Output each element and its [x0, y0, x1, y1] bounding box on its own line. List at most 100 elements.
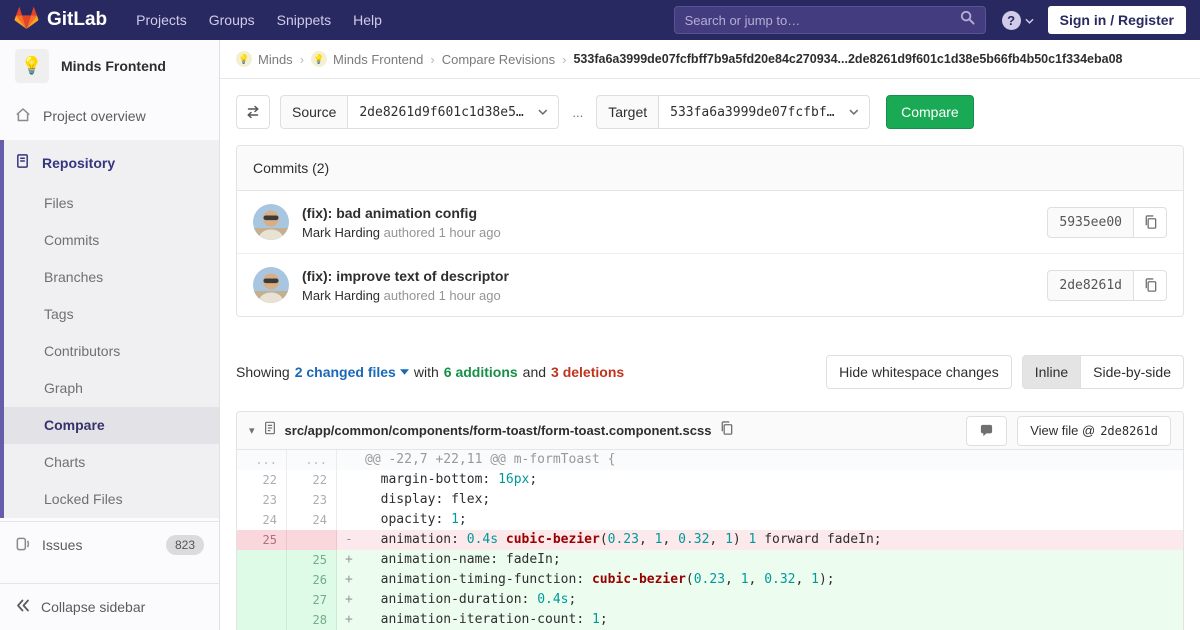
commit-sha[interactable]: 5935ee00	[1047, 207, 1134, 238]
diff-line-code: margin-bottom: 16px;	[337, 470, 1183, 490]
commit-title-link[interactable]: (fix): bad animation config	[302, 205, 1047, 221]
diff-line: 23 23 display: flex;	[237, 490, 1183, 510]
new-line-number[interactable]	[287, 530, 337, 550]
search-icon[interactable]	[960, 10, 975, 30]
commits-card: Commits (2) (fix): bad animation config …	[236, 145, 1184, 317]
home-icon	[15, 107, 31, 126]
sidebar-item-issues[interactable]: Issues 823	[0, 521, 219, 568]
view-file-button[interactable]: View file @ 2de8261d	[1017, 416, 1171, 446]
copy-sha-button[interactable]	[1134, 270, 1167, 301]
repository-section: Repository FilesCommitsBranchesTagsContr…	[0, 140, 219, 518]
diff-line: 26 + animation-timing-function: cubic-be…	[237, 570, 1183, 590]
old-line-number[interactable]: 25	[237, 530, 287, 550]
copy-path-icon[interactable]	[719, 420, 734, 441]
sidebar-item-files[interactable]: Files	[4, 185, 219, 222]
nav-link-groups[interactable]: Groups	[198, 0, 266, 40]
new-line-number[interactable]: 25	[287, 550, 337, 570]
additions-count: 6 additions	[444, 364, 518, 380]
group-avatar: 💡	[236, 51, 252, 67]
sign-in-register-button[interactable]: Sign in / Register	[1048, 6, 1186, 34]
sidebar-item-compare[interactable]: Compare	[4, 407, 219, 444]
breadcrumb-item-minds[interactable]: 💡 Minds	[236, 51, 293, 67]
sidebar-item-project-overview[interactable]: Project overview	[0, 92, 219, 140]
old-line-number[interactable]: 23	[237, 490, 287, 510]
chevron-down-icon	[538, 109, 548, 115]
commit-title-link[interactable]: (fix): improve text of descriptor	[302, 268, 1047, 284]
author-avatar[interactable]	[253, 204, 289, 240]
hide-whitespace-button[interactable]: Hide whitespace changes	[826, 355, 1012, 389]
sidebar-item-graph[interactable]: Graph	[4, 370, 219, 407]
project-context[interactable]: 💡 Minds Frontend	[0, 40, 219, 92]
target-revision-dropdown[interactable]: 533fa6a3999de07fcfbf…	[658, 95, 870, 129]
commit-meta: Mark Harding authored 1 hour ago	[302, 288, 1047, 303]
commit-sha-group: 5935ee00	[1047, 207, 1167, 238]
new-line-number[interactable]: 22	[287, 470, 337, 490]
breadcrumb-separator	[300, 52, 304, 67]
sidebar-item-locked-files[interactable]: Locked Files	[4, 481, 219, 518]
breadcrumb-separator	[430, 52, 434, 67]
new-line-number[interactable]: 24	[287, 510, 337, 530]
file-diff-header: ▾ src/app/common/components/form-toast/f…	[237, 412, 1183, 450]
sidebar-item-repository[interactable]: Repository	[4, 140, 219, 185]
breadcrumb-item-minds-frontend[interactable]: 💡 Minds Frontend	[311, 51, 423, 67]
changed-files-dropdown[interactable]: 2 changed files	[295, 364, 409, 380]
new-line-number[interactable]: 26	[287, 570, 337, 590]
old-line-number[interactable]	[237, 550, 287, 570]
gitlab-logo[interactable]: GitLab	[14, 6, 107, 35]
sidebar-item-contributors[interactable]: Contributors	[4, 333, 219, 370]
diff-line-code: + animation-iteration-count: 1;	[337, 610, 1183, 630]
breadcrumb-item-compare-revisions[interactable]: Compare Revisions	[442, 52, 555, 67]
new-line-number[interactable]: 27	[287, 590, 337, 610]
sidebar-item-branches[interactable]: Branches	[4, 259, 219, 296]
nav-link-snippets[interactable]: Snippets	[266, 0, 342, 40]
new-line-number[interactable]: 23	[287, 490, 337, 510]
nav-link-help[interactable]: Help	[342, 0, 393, 40]
search-input[interactable]	[685, 13, 960, 28]
commit-row: (fix): improve text of descriptor Mark H…	[237, 253, 1183, 316]
sidebar-item-commits[interactable]: Commits	[4, 222, 219, 259]
commit-author-link[interactable]: Mark Harding	[302, 225, 380, 240]
compare-button[interactable]: Compare	[886, 95, 974, 129]
sidebar-item-label: Repository	[42, 155, 115, 171]
commit-author-link[interactable]: Mark Harding	[302, 288, 380, 303]
copy-sha-button[interactable]	[1134, 207, 1167, 238]
sidebar-item-charts[interactable]: Charts	[4, 444, 219, 481]
issues-icon	[15, 536, 30, 555]
swap-icon	[245, 104, 261, 120]
compare-revisions-form: Source 2de8261d9f601c1d38e5… ... Target …	[236, 95, 1184, 129]
comment-button[interactable]	[966, 416, 1007, 446]
collapse-sidebar-label: Collapse sidebar	[41, 599, 145, 615]
old-line-number[interactable]: 22	[237, 470, 287, 490]
source-label: Source	[280, 95, 347, 129]
new-line-number[interactable]: ...	[287, 450, 337, 470]
diff-line: 22 22 margin-bottom: 16px;	[237, 470, 1183, 490]
nav-link-projects[interactable]: Projects	[125, 0, 198, 40]
collapse-file-caret-icon[interactable]: ▾	[249, 424, 255, 437]
diff-line-code: opacity: 1;	[337, 510, 1183, 530]
commit-sha[interactable]: 2de8261d	[1047, 270, 1134, 301]
diff-line-code: + animation-timing-function: cubic-bezie…	[337, 570, 1183, 590]
swap-revisions-button[interactable]	[236, 95, 270, 129]
collapse-sidebar-button[interactable]: Collapse sidebar	[0, 583, 219, 630]
comment-icon	[979, 424, 994, 438]
side-by-side-view-button[interactable]: Side-by-side	[1081, 355, 1184, 389]
sidebar-item-tags[interactable]: Tags	[4, 296, 219, 333]
inline-view-button[interactable]: Inline	[1022, 355, 1081, 389]
old-line-number[interactable]: ...	[237, 450, 287, 470]
old-line-number[interactable]	[237, 590, 287, 610]
source-revision-group: Source 2de8261d9f601c1d38e5…	[280, 95, 559, 129]
source-revision-dropdown[interactable]: 2de8261d9f601c1d38e5…	[347, 95, 559, 129]
help-menu[interactable]: ?	[1002, 11, 1034, 30]
diff-line: 25 + animation-name: fadeIn;	[237, 550, 1183, 570]
author-avatar[interactable]	[253, 267, 289, 303]
old-line-number[interactable]	[237, 570, 287, 590]
sidebar-item-label: Project overview	[43, 108, 146, 124]
project-avatar-small: 💡	[311, 51, 327, 67]
new-line-number[interactable]: 28	[287, 610, 337, 630]
diff-table: ... ... @@ -22,7 +22,11 @@ m-formToast {…	[237, 450, 1183, 630]
old-line-number[interactable]: 24	[237, 510, 287, 530]
diff-line-code: display: flex;	[337, 490, 1183, 510]
copy-icon	[1143, 214, 1158, 230]
old-line-number[interactable]	[237, 610, 287, 630]
commit-meta: Mark Harding authored 1 hour ago	[302, 225, 1047, 240]
